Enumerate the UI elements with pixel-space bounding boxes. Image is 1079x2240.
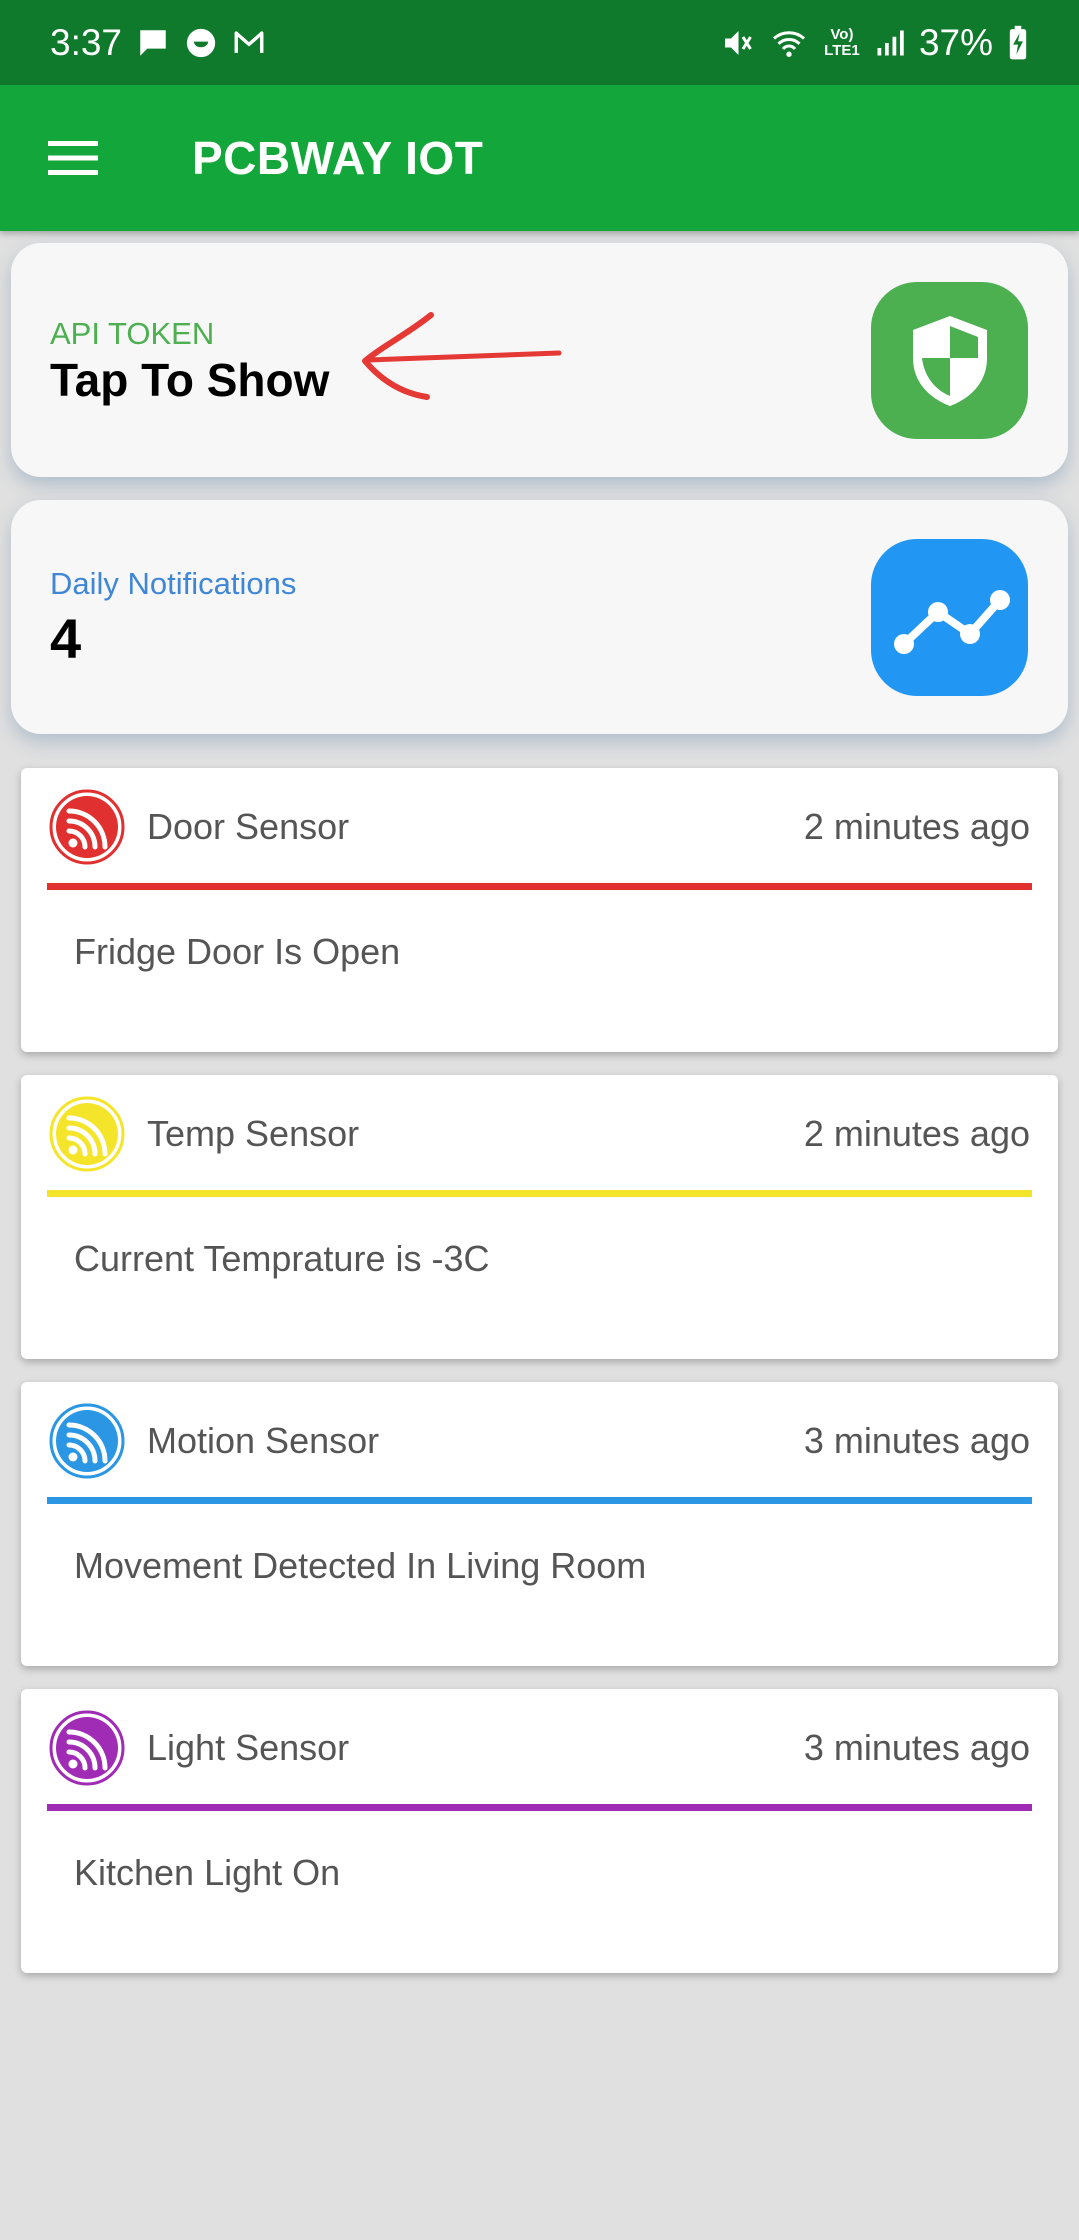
sensor-card[interactable]: Light Sensor 3 minutes ago Kitchen Light…: [21, 1689, 1058, 1973]
shield-icon[interactable]: [871, 282, 1028, 439]
app-title: PCBWAY IOT: [192, 132, 484, 184]
daily-notifications-label: Daily Notifications: [50, 566, 297, 601]
hamburger-menu-icon[interactable]: [36, 121, 110, 195]
sensor-name: Door Sensor: [147, 806, 350, 847]
sensor-time: 2 minutes ago: [803, 806, 1030, 847]
sensor-card[interactable]: Motion Sensor 3 minutes ago Movement Det…: [21, 1382, 1058, 1666]
gmail-icon: [232, 26, 266, 60]
sensor-divider: [47, 883, 1032, 890]
sensor-message: Current Temprature is -3C: [74, 1238, 490, 1279]
espressif-logo-icon: [49, 1403, 125, 1479]
espressif-logo-icon: [49, 1096, 125, 1172]
sensor-name: Temp Sensor: [147, 1113, 360, 1154]
sensor-divider: [47, 1190, 1032, 1197]
espressif-logo-icon: [49, 789, 125, 865]
sensor-name: Motion Sensor: [147, 1420, 380, 1461]
sensor-message: Kitchen Light On: [74, 1852, 341, 1893]
red-arrow-annotation: [351, 305, 571, 430]
sensor-time: 2 minutes ago: [803, 1113, 1030, 1154]
sensor-name: Light Sensor: [147, 1727, 350, 1768]
trending-chart-icon[interactable]: [871, 539, 1028, 696]
sensor-divider: [47, 1497, 1032, 1504]
daily-notifications-card[interactable]: Daily Notifications 4: [11, 500, 1068, 734]
battery-charging-icon: [1007, 25, 1029, 61]
espressif-logo-icon: [49, 1710, 125, 1786]
network-label: Vo) LTE1: [824, 25, 860, 59]
status-right: Vo) LTE1 37%: [719, 22, 1029, 64]
sensor-message: Fridge Door Is Open: [74, 931, 401, 972]
status-time: 3:37: [50, 21, 123, 63]
api-token-card[interactable]: API TOKEN Tap To Show: [11, 243, 1068, 477]
sensor-divider: [47, 1804, 1032, 1811]
api-token-label: API TOKEN: [50, 316, 215, 351]
battery-percent: 37%: [918, 21, 993, 63]
app-bar: PCBWAY IOT: [0, 85, 1079, 231]
sensor-time: 3 minutes ago: [803, 1420, 1030, 1461]
daily-notifications-count: 4: [50, 607, 82, 670]
wifi-icon: [769, 25, 809, 61]
api-token-value[interactable]: Tap To Show: [50, 353, 329, 407]
sensor-message: Movement Detected In Living Room: [74, 1545, 647, 1586]
sensor-card[interactable]: Temp Sensor 2 minutes ago Current Tempra…: [21, 1075, 1058, 1359]
mute-icon: [719, 25, 755, 61]
sensor-card[interactable]: Door Sensor 2 minutes ago Fridge Door Is…: [21, 768, 1058, 1052]
status-bar: 3:37 Vo) LTE1 37%: [0, 0, 1079, 85]
chat-bubble-icon: [184, 26, 218, 60]
message-icon: [136, 26, 170, 60]
status-left: 3:37: [50, 22, 266, 64]
signal-icon: [875, 26, 905, 60]
sensor-time: 3 minutes ago: [803, 1727, 1030, 1768]
